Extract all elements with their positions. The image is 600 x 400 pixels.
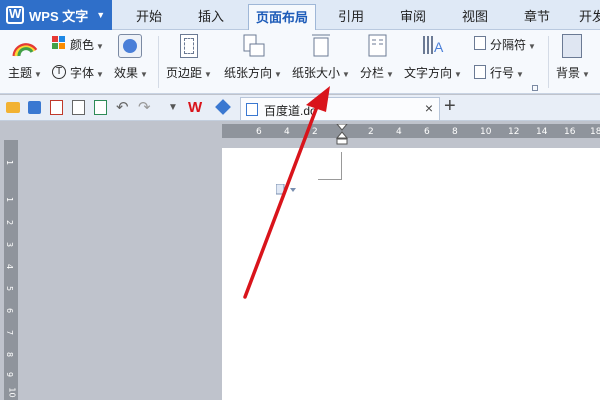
redo-icon[interactable]: ↷ [138,98,151,116]
document-icon [246,103,258,116]
tab-bar: WPS 文字 ▼ 开始 插入 页面布局 引用 审阅 视图 章节 开发 [0,0,600,30]
tab-developer[interactable]: 开发 [572,4,600,30]
separator-icon [474,36,486,50]
ribbon-divider [548,36,549,88]
orientation-icon[interactable] [243,34,265,58]
background-button[interactable]: 背景 ▼ [556,64,590,81]
color-icon [52,36,66,50]
theme-button[interactable]: 主题 ▼ [8,64,42,81]
ruler-tick-label: 2 [312,127,318,137]
paper-size-button[interactable]: 纸张大小 ▼ [292,64,350,81]
ruler-tick-label: 1 [5,159,15,166]
chevron-down-icon: ▼ [96,10,106,20]
ruler-tick-label: 6 [424,127,430,137]
tab-section[interactable]: 章节 [512,4,562,30]
ruler-tick-label: 10 [480,127,492,137]
quick-access-bar: ↶ ↷ ▼ W 百度道.do × + [0,95,600,121]
line-number-icon [474,65,486,79]
ribbon-divider [158,36,159,88]
columns-icon[interactable] [368,34,388,58]
ruler-tick-label: 6 [256,127,262,137]
ruler-tick-label: 5 [5,285,15,292]
close-icon[interactable]: × [425,100,433,116]
effect-icon[interactable] [118,34,142,58]
background-icon[interactable] [562,34,582,58]
ruler-tick-label: 8 [5,351,15,358]
margins-icon[interactable] [180,34,198,58]
undo-icon[interactable]: ↶ [116,98,129,116]
indent-marker-icon[interactable] [335,123,349,146]
ruler-tick-label: 3 [5,241,15,248]
tab-insert[interactable]: 插入 [186,4,236,30]
new-tab-icon[interactable]: + [444,95,456,118]
customize-dropdown-icon[interactable]: ▼ [168,102,178,113]
wps-logo-icon [6,6,24,24]
dialog-launcher-icon[interactable] [532,85,538,91]
ruler-tick-label: 6 [5,307,15,314]
orientation-button[interactable]: 纸张方向 ▼ [224,64,282,81]
ruler-tick-label: 12 [508,127,520,137]
effect-button[interactable]: 效果 ▼ [114,64,148,81]
ruler-tick-label: 2 [368,127,374,137]
vertical-ruler[interactable] [4,140,18,400]
print-icon[interactable] [72,100,85,115]
ribbon: 主题 ▼ 颜色 ▼ T 字体 ▼ 效果 ▼ 页边距 ▼ 纸张方向 ▼ 纸张大小 ▼ 分栏 ▼ A… [0,30,600,94]
color-button[interactable]: 颜色 ▼ [70,36,104,53]
ruler-tick-label: 1 [5,196,15,203]
text-direction-button[interactable]: 文字方向 ▼ [404,64,462,81]
tab-home[interactable]: 开始 [124,4,174,30]
font-icon: T [52,65,66,79]
export-pdf-icon[interactable] [50,100,63,115]
line-number-button[interactable]: 行号 ▼ [490,64,524,81]
page-margin-corner [318,152,342,180]
ruler-tick-label: 7 [5,329,15,336]
ruler-tick-label: 10 [7,387,17,398]
tab-references[interactable]: 引用 [326,4,376,30]
tab-view[interactable]: 视图 [450,4,500,30]
ruler-tick-label: 14 [536,127,548,137]
ruler-tick-label: 16 [564,127,576,137]
tab-review[interactable]: 审阅 [388,4,438,30]
separator-button[interactable]: 分隔符 ▼ [490,36,536,53]
open-folder-icon[interactable] [6,102,20,113]
paper-size-icon[interactable] [312,34,332,58]
cloud-doc-icon[interactable] [215,99,231,115]
print-preview-icon[interactable] [94,100,107,115]
ruler-tick-label: 2 [5,219,15,226]
text-direction-icon[interactable]: A [422,34,444,58]
font-button[interactable]: 字体 ▼ [70,64,104,81]
document-name: 百度道.do [264,104,317,118]
tab-page-layout[interactable]: 页面布局 [248,4,316,30]
app-menu-button[interactable]: WPS 文字 ▼ [0,0,112,30]
app-name: WPS 文字 [29,8,89,24]
ruler-tick-label: 4 [284,127,290,137]
svg-text:A: A [434,39,444,55]
paste-options-icon[interactable] [275,183,300,196]
columns-button[interactable]: 分栏 ▼ [360,64,394,81]
ruler-tick-label: 8 [452,127,458,137]
margins-button[interactable]: 页边距 ▼ [166,64,212,81]
ruler-tick-label: 9 [5,371,15,378]
ruler-tick-label: 18 [590,127,600,137]
ruler-tick-label: 4 [5,263,15,270]
save-icon[interactable] [28,101,41,114]
wps-home-icon[interactable]: W [188,99,202,116]
theme-icon[interactable] [12,36,38,58]
document-tab[interactable]: 百度道.do × [240,97,440,120]
ruler-tick-label: 4 [396,127,402,137]
